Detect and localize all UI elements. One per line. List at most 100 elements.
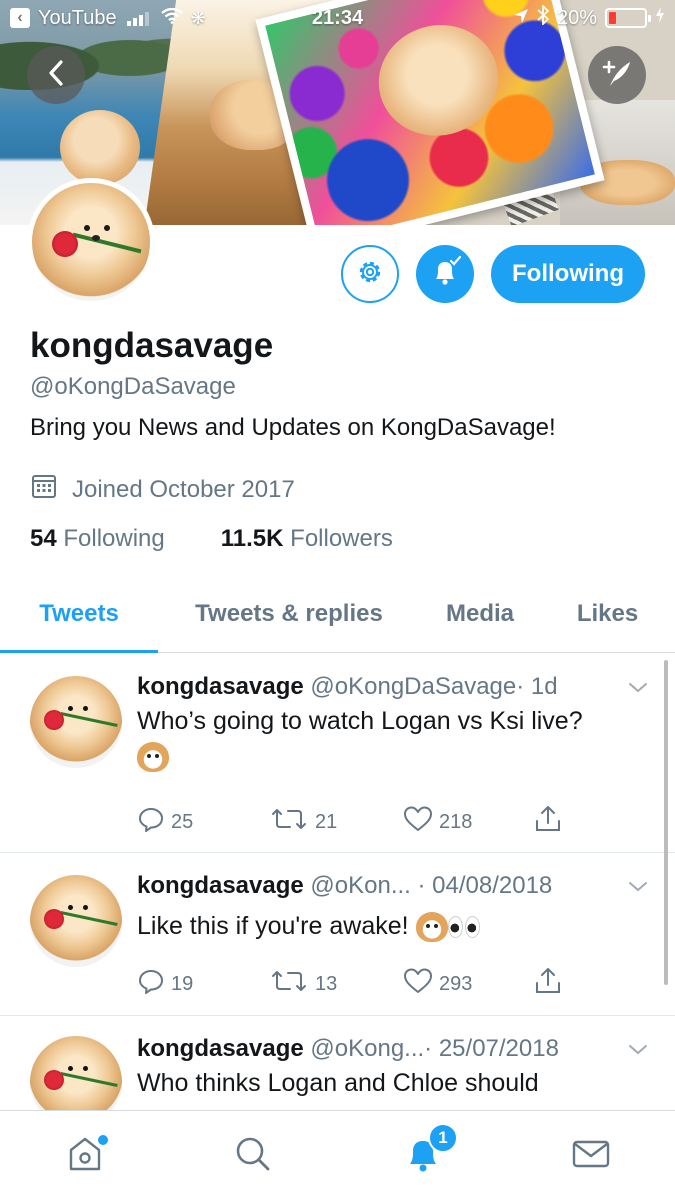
tweet-text-block: Who thinks Logan and Chloe should (137, 1066, 657, 1101)
notifications-toggle-button[interactable] (416, 245, 474, 303)
profile-settings-button[interactable] (341, 245, 399, 303)
tweet-time: · 1d (516, 673, 558, 700)
following-count: 54 (30, 525, 57, 552)
reply-count: 19 (171, 972, 194, 995)
charging-icon (655, 6, 665, 30)
like-button[interactable]: 293 (403, 967, 533, 1001)
eyes-emoji-icon (447, 916, 480, 939)
cellular-signal-icon (126, 10, 149, 26)
retweet-button[interactable]: 21 (269, 806, 403, 838)
bluetooth-icon (537, 3, 550, 31)
tweet-item[interactable]: kongdasavage @oKong...· 25/07/2018 Who t… (0, 1016, 675, 1110)
tweet-text-block: Like this if you're awake! (137, 909, 657, 944)
reply-icon (137, 805, 165, 839)
tab-media[interactable]: Media (420, 575, 540, 652)
joined-date: Joined October 2017 (72, 475, 295, 503)
dog-face-emoji-icon (137, 742, 169, 773)
tab-tweets[interactable]: Tweets (0, 575, 158, 653)
share-button[interactable] (533, 804, 573, 840)
tweet-actions: 25 21 218 (137, 804, 573, 840)
location-arrow-icon (513, 7, 529, 30)
tweet-avatar[interactable] (30, 1036, 122, 1110)
tweet-item[interactable]: kongdasavage @oKon... · 04/08/2018 Like … (0, 853, 675, 1016)
tweet-avatar[interactable] (30, 875, 122, 967)
joined-date-row: Joined October 2017 (30, 472, 295, 507)
tweet-avatar[interactable] (30, 676, 122, 768)
wifi-icon (160, 7, 183, 30)
tab-likes[interactable]: Likes (540, 575, 675, 652)
followers-label: Followers (290, 525, 393, 552)
share-icon (533, 966, 563, 1002)
followers-count: 11.5K (220, 525, 284, 552)
battery-percent: 20% (556, 6, 597, 29)
following-count-link[interactable]: 54 Following (30, 525, 165, 553)
tweet-author-name[interactable]: kongdasavage (137, 1035, 304, 1062)
envelope-icon (570, 1134, 612, 1179)
profile-tabs: Tweets Tweets & replies Media Likes (0, 575, 675, 653)
tweet-text: Who’s going to watch Logan vs Ksi live? (137, 707, 583, 735)
like-count: 293 (439, 972, 473, 995)
activity-spinner-icon: ❋ (190, 7, 206, 28)
chevron-down-icon[interactable] (626, 676, 650, 700)
tweet-header: kongdasavage @oKong...· 25/07/2018 (137, 1035, 559, 1063)
chevron-down-icon[interactable] (626, 875, 650, 899)
follow-stats: 54 Following 11.5K Followers (30, 525, 393, 553)
compose-tweet-button[interactable] (588, 46, 646, 104)
tweet-author-handle: @oKongDaSavage (310, 673, 517, 700)
bottom-navigation-bar: 1 (0, 1110, 675, 1200)
return-app-label[interactable]: YouTube (38, 7, 117, 30)
followers-count-link[interactable]: 11.5K Followers (221, 525, 393, 553)
tweet-header: kongdasavage @oKongDaSavage· 1d (137, 673, 558, 701)
reply-icon (137, 967, 165, 1001)
return-to-app-icon[interactable]: ‹ (10, 8, 30, 28)
retweet-icon (269, 968, 309, 1000)
share-icon (533, 804, 563, 840)
retweet-button[interactable]: 13 (269, 968, 403, 1000)
following-button[interactable]: Following (491, 245, 645, 303)
scrollbar[interactable] (664, 660, 668, 985)
battery-icon (605, 8, 651, 28)
dog-face-emoji-icon (415, 912, 448, 943)
heart-icon (403, 967, 433, 1001)
gear-icon (355, 257, 385, 292)
tweet-author-handle: @oKong... (310, 1035, 425, 1062)
tweet-text-block: Who’s going to watch Logan vs Ksi live? (137, 704, 657, 774)
back-button[interactable] (27, 46, 85, 104)
following-label: Following (63, 525, 165, 552)
status-bar: ‹ YouTube ❋ 21:34 20% (0, 0, 675, 36)
reply-button[interactable]: 25 (137, 805, 269, 839)
nav-messages[interactable] (568, 1133, 614, 1179)
battery-level-fill (609, 12, 616, 24)
tweet-author-name[interactable]: kongdasavage (137, 872, 304, 899)
reply-button[interactable]: 19 (137, 967, 269, 1001)
chevron-left-icon (46, 59, 66, 92)
nav-search[interactable] (230, 1133, 276, 1179)
chevron-down-icon[interactable] (626, 1038, 650, 1062)
profile-bio: Bring you News and Updates on KongDaSava… (30, 414, 556, 441)
tweet-actions: 19 13 293 (137, 966, 573, 1002)
notification-count-badge: 1 (428, 1123, 458, 1153)
profile-display-name: kongdasavage (30, 326, 274, 365)
tweet-item[interactable]: kongdasavage @oKongDaSavage· 1d Who’s go… (0, 654, 675, 853)
tweet-time: · 04/08/2018 (417, 872, 553, 899)
reply-count: 25 (171, 810, 194, 833)
retweet-icon (269, 806, 309, 838)
tweet-author-handle: @oKon... (310, 872, 411, 899)
like-count: 218 (439, 810, 473, 833)
share-button[interactable] (533, 966, 573, 1002)
retweet-count: 13 (315, 972, 338, 995)
tweet-header: kongdasavage @oKon... · 04/08/2018 (137, 872, 552, 900)
nav-notifications[interactable]: 1 (400, 1123, 458, 1179)
like-button[interactable]: 218 (403, 805, 533, 839)
calendar-icon (30, 472, 58, 507)
tweet-author-name[interactable]: kongdasavage (137, 673, 304, 700)
compose-tweet-icon (600, 56, 634, 95)
nav-home[interactable] (62, 1133, 108, 1179)
tweet-text: Who thinks Logan and Chloe should (137, 1069, 539, 1097)
heart-icon (403, 805, 433, 839)
tweet-text: Like this if you're awake! (137, 912, 409, 940)
tab-tweets-and-replies[interactable]: Tweets & replies (158, 575, 420, 652)
tweet-time: · 25/07/2018 (424, 1035, 559, 1062)
home-new-content-dot (98, 1135, 108, 1145)
profile-avatar[interactable] (27, 178, 155, 306)
